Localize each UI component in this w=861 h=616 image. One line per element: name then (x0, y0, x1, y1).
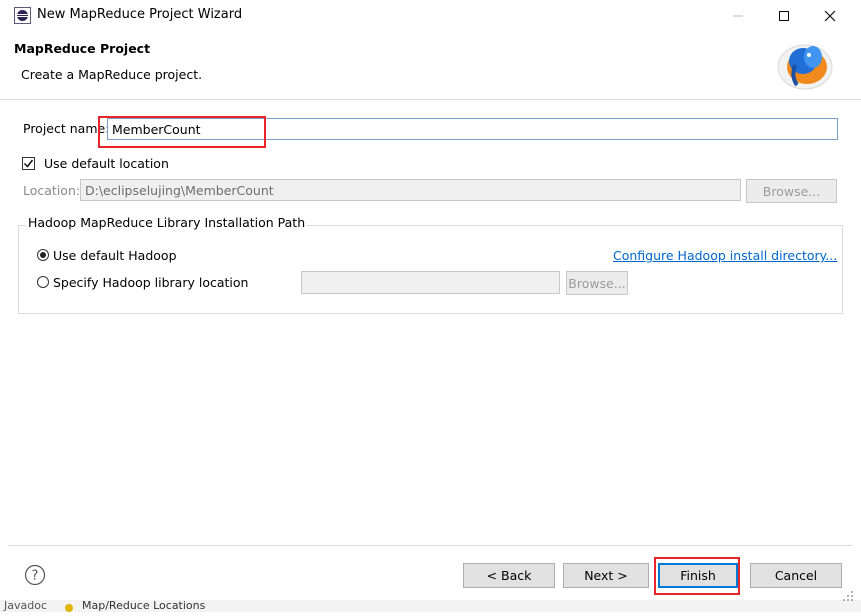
help-icon[interactable]: ? (24, 564, 46, 586)
minimize-icon (733, 15, 743, 16)
eclipse-icon (14, 7, 31, 24)
close-button[interactable] (807, 0, 853, 31)
use-default-location-checkbox[interactable] (22, 157, 35, 170)
checkmark-icon (23, 159, 34, 168)
highlight-box-finish (654, 557, 740, 595)
configure-hadoop-link[interactable]: Configure Hadoop install directory... (613, 248, 837, 263)
use-default-location-label: Use default location (44, 156, 169, 171)
page-title: MapReduce Project (14, 41, 151, 56)
hadoop-library-input (301, 271, 560, 294)
hadoop-elephant-icon (773, 37, 835, 91)
resize-grip-icon[interactable] (842, 590, 854, 602)
back-button[interactable]: < Back (463, 563, 555, 588)
next-button[interactable]: Next > (563, 563, 649, 588)
highlight-box-project-name (98, 116, 266, 148)
maximize-button[interactable] (761, 0, 807, 31)
location-input: D:\eclipselujing\MemberCount (80, 179, 741, 201)
map-reduce-locations-tab[interactable]: Map/Reduce Locations (82, 600, 205, 612)
use-default-hadoop-label: Use default Hadoop (53, 248, 177, 263)
javadoc-tab[interactable]: Javadoc (4, 600, 47, 612)
minimize-button[interactable] (715, 0, 761, 31)
location-label: Location: (23, 183, 81, 198)
svg-text:?: ? (32, 569, 39, 584)
page-description: Create a MapReduce project. (21, 67, 203, 82)
cancel-button[interactable]: Cancel (750, 563, 842, 588)
hadoop-library-group (18, 225, 843, 314)
hadoop-group-title: Hadoop MapReduce Library Installation Pa… (26, 215, 308, 230)
window-title: New MapReduce Project Wizard (37, 7, 243, 22)
map-reduce-locations-icon (64, 601, 74, 612)
project-name-label: Project name: (23, 121, 110, 136)
close-icon (824, 10, 836, 21)
maximize-icon (779, 10, 789, 21)
specify-hadoop-radio[interactable] (37, 276, 49, 288)
radio-selected-dot (40, 252, 46, 258)
hadoop-browse-button: Browse... (566, 271, 628, 295)
specify-hadoop-label: Specify Hadoop library location (53, 275, 249, 290)
location-browse-button: Browse... (746, 179, 837, 203)
use-default-hadoop-radio[interactable] (37, 249, 49, 261)
footer-separator (8, 545, 853, 546)
